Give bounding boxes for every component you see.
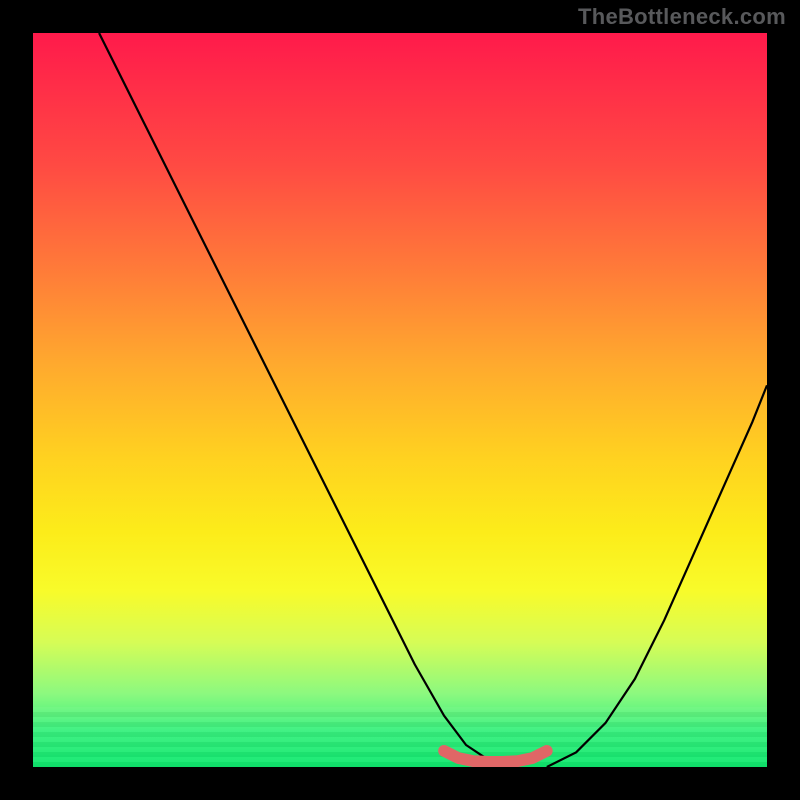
curve-right-path — [547, 385, 767, 767]
chart-frame: TheBottleneck.com — [0, 0, 800, 800]
plot-area — [33, 33, 767, 767]
chart-svg — [33, 33, 767, 767]
curve-left-path — [99, 33, 503, 767]
flat-marker-path — [444, 751, 547, 762]
watermark-text: TheBottleneck.com — [578, 4, 786, 30]
